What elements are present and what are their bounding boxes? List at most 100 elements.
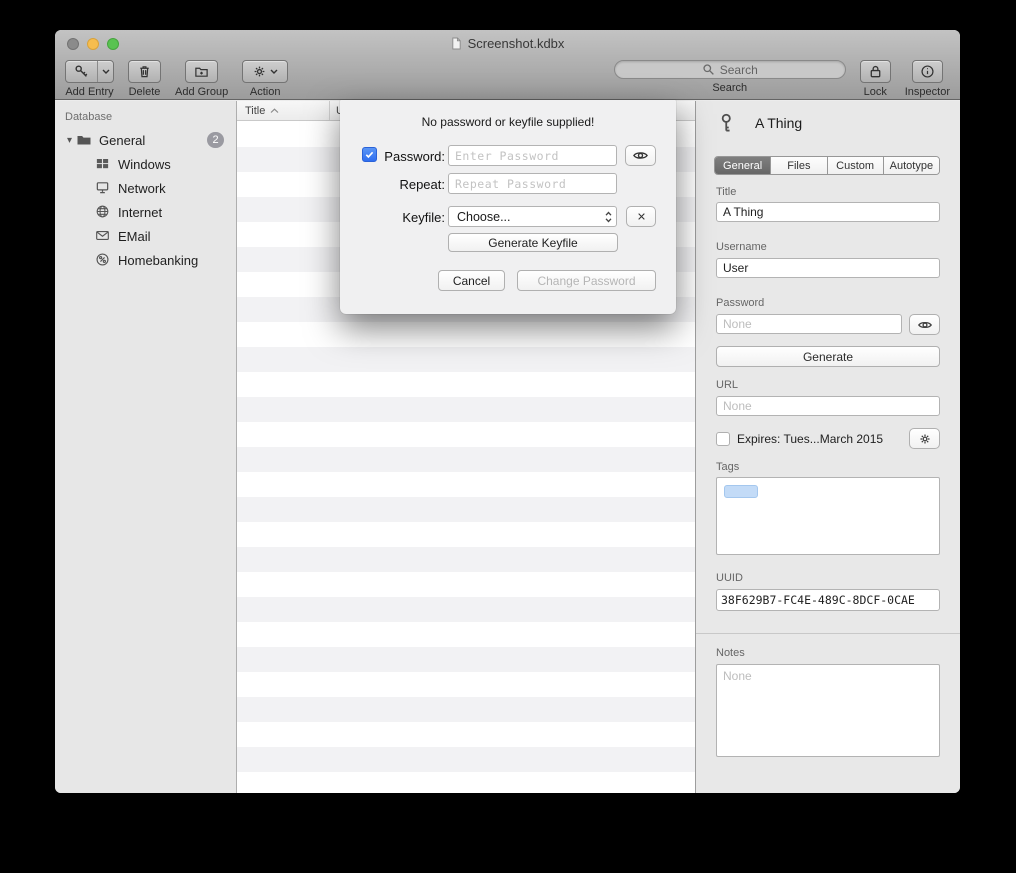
- sidebar-item-windows[interactable]: Windows: [55, 152, 236, 176]
- generate-keyfile-label: Generate Keyfile: [488, 236, 577, 250]
- envelope-icon: [95, 228, 110, 243]
- inspector-panel: A Thing General Files Custom Autotype Ti…: [695, 101, 960, 793]
- title-field[interactable]: [716, 202, 940, 222]
- window-header: Screenshot.kdbx Add Entry: [55, 30, 960, 100]
- notes-field[interactable]: [716, 664, 940, 757]
- sidebar-item-network[interactable]: Network: [55, 176, 236, 200]
- globe-icon: [95, 204, 110, 219]
- sidebar-item-internet[interactable]: Internet: [55, 200, 236, 224]
- gear-icon: [252, 64, 267, 79]
- dialog-show-password-button[interactable]: [625, 145, 656, 166]
- search-icon: [702, 63, 715, 76]
- cancel-button[interactable]: Cancel: [438, 270, 505, 291]
- app-window: Screenshot.kdbx Add Entry: [55, 30, 960, 793]
- uuid-field-label: UUID: [716, 572, 743, 584]
- keyfile-selected-value: Choose...: [457, 210, 604, 224]
- windows-icon: [95, 156, 110, 171]
- percent-icon: [95, 252, 110, 267]
- expires-label: Expires: Tues...March 2015: [737, 432, 883, 446]
- sidebar-item-label: Internet: [118, 205, 162, 220]
- chevron-down-icon: [102, 69, 110, 75]
- notes-field-label: Notes: [716, 647, 745, 659]
- generate-label: Generate: [803, 350, 853, 364]
- disclosure-triangle-icon[interactable]: ▾: [67, 135, 72, 146]
- password-field-label: Password: [716, 297, 764, 309]
- toolbar-item-inspector: Inspector: [905, 60, 950, 98]
- username-field-label: Username: [716, 241, 767, 253]
- tag-chip[interactable]: [724, 485, 758, 498]
- inspector-button[interactable]: [912, 60, 943, 83]
- action-button[interactable]: [242, 60, 288, 83]
- inspector-divider: [696, 633, 960, 634]
- key-icon: [74, 64, 89, 79]
- chevron-down-icon: [270, 69, 278, 75]
- title-field-label: Title: [716, 186, 736, 198]
- show-password-button[interactable]: [909, 314, 940, 335]
- generate-password-button[interactable]: Generate: [716, 346, 940, 367]
- toolbar-item-add-group: Add Group: [175, 60, 228, 98]
- sidebar-header: Database: [65, 111, 236, 123]
- sidebar-item-label: Network: [118, 181, 166, 196]
- check-icon: [364, 149, 375, 160]
- tab-general[interactable]: General: [715, 157, 771, 174]
- sidebar-item-label: EMail: [118, 229, 151, 244]
- tab-autotype[interactable]: Autotype: [884, 157, 939, 174]
- username-field[interactable]: [716, 258, 940, 278]
- dialog-repeat-label: Repeat:: [379, 177, 445, 192]
- keyfile-dropdown[interactable]: Choose...: [448, 206, 617, 227]
- add-group-label: Add Group: [175, 86, 228, 98]
- sidebar-item-homebanking[interactable]: Homebanking: [55, 248, 236, 272]
- change-password-label: Change Password: [537, 274, 635, 288]
- window-title-area: Screenshot.kdbx: [55, 36, 960, 51]
- generate-keyfile-button[interactable]: Generate Keyfile: [448, 233, 618, 252]
- expires-checkbox[interactable]: [716, 432, 730, 446]
- window-title: Screenshot.kdbx: [468, 36, 565, 51]
- dialog-repeat-input[interactable]: [448, 173, 617, 194]
- entry-count-badge: 2: [207, 132, 224, 148]
- url-field-label: URL: [716, 379, 738, 391]
- tab-custom[interactable]: Custom: [828, 157, 884, 174]
- toolbar-item-delete: Delete: [128, 60, 161, 98]
- sidebar-item-general[interactable]: ▾ General 2: [55, 128, 236, 152]
- info-icon: [920, 64, 935, 79]
- toolbar-item-add-entry: Add Entry: [65, 60, 114, 98]
- lock-button[interactable]: [860, 60, 891, 83]
- search-input[interactable]: Search: [614, 60, 846, 79]
- add-entry-button[interactable]: [65, 60, 114, 83]
- action-label: Action: [250, 86, 281, 98]
- toolbar-item-search: Search Search: [614, 60, 846, 94]
- eye-icon: [917, 317, 933, 333]
- gear-icon: [918, 432, 932, 446]
- add-entry-dropdown-arrow[interactable]: [98, 61, 113, 82]
- password-checkbox[interactable]: [362, 147, 377, 162]
- column-header-title[interactable]: Title: [237, 101, 330, 120]
- sort-ascending-icon: [270, 108, 279, 114]
- folder-icon: [76, 132, 92, 148]
- toolbar-item-action: Action: [242, 60, 288, 98]
- add-group-button[interactable]: [185, 60, 218, 83]
- sidebar-item-label: General: [99, 133, 145, 148]
- expires-settings-button[interactable]: [909, 428, 940, 449]
- toolbar-item-lock: Lock: [860, 60, 891, 98]
- inspector-label: Inspector: [905, 86, 950, 98]
- dialog-password-label: Password:: [379, 149, 445, 164]
- sidebar-item-email[interactable]: EMail: [55, 224, 236, 248]
- add-entry-label: Add Entry: [65, 86, 113, 98]
- tab-files[interactable]: Files: [771, 157, 827, 174]
- folder-plus-icon: [194, 64, 209, 79]
- url-field[interactable]: [716, 396, 940, 416]
- toolbar: Add Entry Delete Add Group: [55, 57, 960, 99]
- change-password-button[interactable]: Change Password: [517, 270, 656, 291]
- eye-icon: [632, 147, 649, 164]
- clear-keyfile-button[interactable]: [626, 206, 656, 227]
- lock-icon: [868, 64, 883, 79]
- tags-field[interactable]: [716, 477, 940, 555]
- search-placeholder: Search: [720, 63, 758, 77]
- delete-label: Delete: [129, 86, 161, 98]
- dialog-password-input[interactable]: [448, 145, 617, 166]
- delete-button[interactable]: [128, 60, 161, 83]
- uuid-field[interactable]: [716, 589, 940, 611]
- network-icon: [95, 180, 110, 195]
- password-field[interactable]: [716, 314, 902, 334]
- stepper-arrows-icon: [604, 210, 613, 224]
